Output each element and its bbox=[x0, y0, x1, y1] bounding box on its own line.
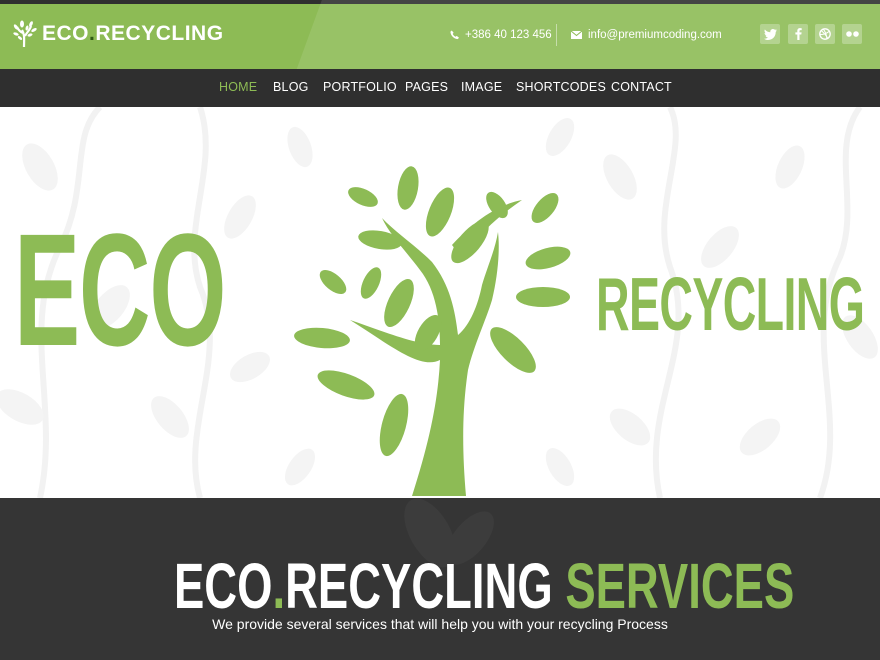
services-title-eco: ECO bbox=[174, 550, 273, 622]
hero-eco-text: ECO bbox=[14, 200, 226, 379]
contact-divider bbox=[556, 24, 557, 46]
nav-item-home[interactable]: HOME bbox=[219, 80, 257, 94]
twitter-icon[interactable] bbox=[760, 24, 780, 44]
email-contact[interactable]: info@premiumcoding.com bbox=[571, 27, 722, 43]
dribbble-icon[interactable] bbox=[815, 24, 835, 44]
hero-slider: ECO RECYCLING bbox=[0, 107, 880, 498]
logo-text: ECO.RECYCLING bbox=[42, 22, 224, 46]
logo-prefix: ECO bbox=[42, 22, 90, 45]
logo[interactable]: ECO.RECYCLING bbox=[13, 19, 224, 49]
main-nav: HOME BLOG PORTFOLIO PAGES IMAGE SHORTCOD… bbox=[0, 69, 880, 107]
tree-logo-icon bbox=[13, 20, 37, 48]
nav-item-pages[interactable]: PAGES bbox=[405, 80, 448, 94]
top-header: ECO.RECYCLING +386 40 123 456 info@premi… bbox=[0, 0, 880, 69]
email-address[interactable]: info@premiumcoding.com bbox=[588, 29, 722, 41]
nav-item-image[interactable]: IMAGE bbox=[461, 80, 502, 94]
services-section: ECO.RECYCLING SERVICES We provide severa… bbox=[0, 498, 880, 660]
services-title-recycling: RECYCLING bbox=[285, 550, 553, 622]
facebook-icon[interactable] bbox=[788, 24, 808, 44]
hero-recycling-text: RECYCLING bbox=[596, 262, 865, 346]
nav-item-shortcodes[interactable]: SHORTCODES bbox=[516, 80, 606, 94]
phone-icon bbox=[450, 30, 459, 40]
flickr-icon[interactable] bbox=[842, 24, 862, 44]
services-title: ECO.RECYCLING SERVICES bbox=[174, 554, 794, 618]
services-subtitle: We provide several services that will he… bbox=[212, 616, 668, 632]
nav-item-portfolio[interactable]: PORTFOLIO bbox=[323, 80, 397, 94]
envelope-icon bbox=[571, 31, 582, 39]
phone-number: +386 40 123 456 bbox=[465, 29, 552, 41]
services-title-services: SERVICES bbox=[565, 550, 795, 622]
nav-item-contact[interactable]: CONTACT bbox=[611, 80, 672, 94]
services-title-dot: . bbox=[272, 550, 286, 622]
logo-suffix: RECYCLING bbox=[95, 22, 224, 45]
nav-item-blog[interactable]: BLOG bbox=[273, 80, 309, 94]
phone-contact: +386 40 123 456 bbox=[450, 27, 552, 43]
tree-icon bbox=[294, 166, 571, 496]
